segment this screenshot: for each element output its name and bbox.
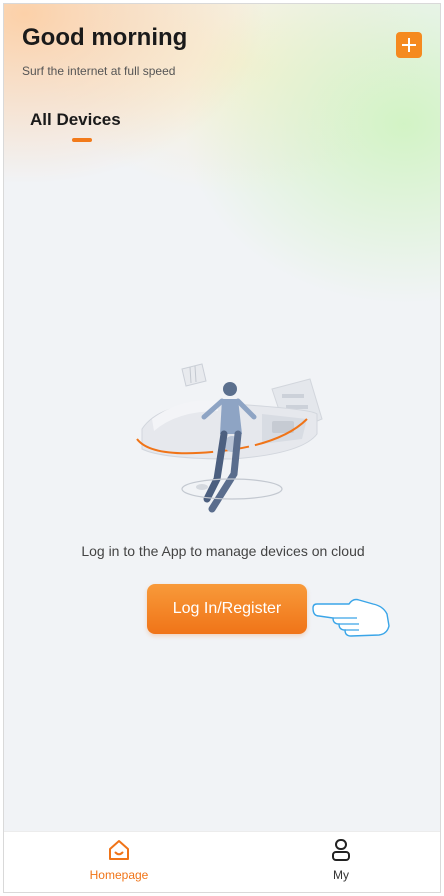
tab-my[interactable]: My	[296, 838, 386, 882]
home-icon	[109, 840, 129, 860]
greeting-title: Good morning	[22, 24, 188, 51]
tab-homepage[interactable]: Homepage	[74, 838, 164, 882]
app-screen: Good morning Surf the internet at full s…	[3, 3, 441, 893]
login-register-button[interactable]: Log In/Register	[147, 584, 307, 634]
plus-icon	[402, 38, 416, 52]
add-device-button[interactable]	[396, 32, 422, 58]
bottom-tab-bar: Homepage My	[4, 831, 440, 892]
greeting-subtitle: Surf the internet at full speed	[22, 64, 176, 78]
tab-homepage-label: Homepage	[89, 868, 149, 882]
tab-active-indicator	[72, 138, 92, 142]
pointing-hand-icon	[312, 598, 390, 637]
person-with-devices-illustration	[136, 363, 323, 513]
user-icon	[332, 839, 350, 861]
tab-all-devices[interactable]: All Devices	[30, 110, 121, 130]
empty-state-message: Log in to the App to manage devices on c…	[81, 543, 365, 559]
tab-my-label: My	[333, 868, 349, 882]
